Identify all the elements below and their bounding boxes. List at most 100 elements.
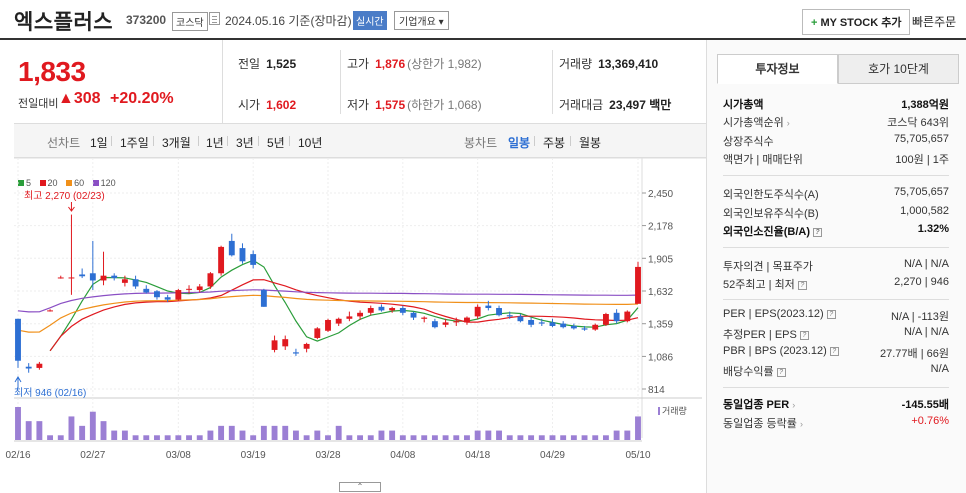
candle-body	[196, 286, 203, 291]
candle-body	[303, 343, 310, 349]
candle-daily[interactable]: 일봉	[508, 134, 530, 151]
period-1w[interactable]: 1주일	[120, 134, 149, 151]
price-change-pct: +20.20%	[110, 90, 174, 107]
sector-rate-row[interactable]: 동일업종 등락률 › +0.76%	[723, 415, 949, 431]
divider	[570, 136, 571, 146]
document-icon[interactable]	[209, 12, 220, 25]
tab-invest-info[interactable]: 투자정보	[717, 54, 838, 84]
help-icon[interactable]: ?	[829, 347, 839, 356]
line-chart-label: 선차트	[47, 136, 81, 150]
help-icon[interactable]: ?	[776, 368, 786, 377]
volume-bar	[36, 421, 43, 440]
volume-bar	[271, 425, 278, 440]
volume-bar	[581, 435, 588, 440]
candle-body	[496, 308, 502, 316]
volume-bar	[570, 435, 577, 440]
per-row: PER | EPS(2023.12)? N/A | -113원	[723, 308, 949, 323]
market-cap-rank-row[interactable]: 시가총액순위 › 코스닥 643위	[723, 114, 949, 130]
stock-code: 373200	[126, 13, 167, 27]
period-1y[interactable]: 1년	[206, 134, 224, 151]
volume-bar	[431, 435, 438, 440]
volume-bar	[239, 430, 246, 440]
volume-bar	[442, 435, 449, 440]
open-price: 시가 1,602	[238, 98, 297, 112]
volume-bar	[325, 435, 331, 440]
sector-per-row[interactable]: 동일업종 PER › -145.55배	[723, 396, 949, 412]
y-tick-label: 1,086	[648, 352, 673, 363]
candle-monthly[interactable]: 월봉	[579, 134, 601, 151]
quote-date: 2024.05.16 기준(장마감)	[225, 14, 352, 28]
volume-bar	[132, 435, 139, 440]
help-icon[interactable]: ?	[826, 310, 836, 319]
prev-close: 전일 1,525	[238, 57, 297, 71]
help-icon[interactable]: ?	[797, 281, 807, 290]
volume-bar	[421, 435, 428, 440]
volume-bar	[79, 425, 86, 440]
price-change: ▲308	[58, 90, 101, 107]
foreign-hold-row: 외국인보유주식수(B) 1,000,582	[723, 205, 949, 220]
period-5y[interactable]: 5년	[267, 134, 285, 151]
period-1d[interactable]: 1일	[90, 134, 108, 151]
candle-body	[57, 277, 64, 279]
quote-panel: 1,833 전일대비 ▲308 +20.20% 전일 1,525 고가 1,876(…	[14, 40, 706, 124]
current-price: 1,833	[18, 56, 86, 87]
y-tick-label: 1,905	[648, 254, 673, 265]
candle-weekly[interactable]: 주봉	[543, 134, 565, 151]
low-arrow	[14, 376, 22, 388]
divider	[552, 50, 553, 114]
volume-bar	[624, 430, 631, 440]
volume-bar	[175, 435, 182, 440]
candle-body	[421, 317, 428, 319]
candle-body	[250, 254, 257, 265]
divider	[723, 247, 949, 248]
volume-bar	[186, 435, 192, 440]
company-overview-button[interactable]: 기업개요 ▾	[394, 11, 449, 30]
period-3m[interactable]: 3개월	[162, 134, 191, 151]
volume-bar	[196, 435, 203, 440]
candle-body	[485, 305, 492, 309]
volume-bar	[485, 430, 492, 440]
candle-body	[602, 314, 609, 325]
divider	[227, 136, 228, 146]
x-tick-label: 03/28	[315, 450, 340, 461]
candle-body	[624, 311, 631, 322]
volume-bar	[260, 425, 267, 440]
volume-bar	[15, 407, 21, 440]
volume-bar	[346, 435, 353, 440]
divider	[198, 136, 199, 146]
est-per-row: 추정PER | EPS? N/A | N/A	[723, 326, 949, 341]
x-tick-label: 03/19	[241, 450, 266, 461]
stock-name: 엑스플러스	[14, 11, 114, 34]
volume-bar	[528, 435, 535, 440]
candle-body	[239, 248, 246, 262]
change-label: 전일대비	[18, 98, 59, 110]
market-badge: 코스닥	[172, 12, 208, 31]
y-tick-label: 2,450	[648, 189, 673, 200]
volume-bar	[549, 435, 556, 440]
foreign-ratio-row: 외국인소진율(B/A)? 1.32%	[723, 223, 949, 238]
help-icon[interactable]: ?	[799, 331, 809, 340]
candle-body	[357, 312, 364, 317]
candle-chart-label: 봉차트	[464, 136, 498, 150]
period-bar: 선차트 1일 1주일 3개월 1년 3년 5년 10년 봉차트 일봉 주봉 월봉	[14, 124, 706, 158]
quick-order-link[interactable]: 빠른주문	[912, 13, 956, 30]
help-icon[interactable]: ?	[813, 228, 822, 237]
price-chart[interactable]: 2,450 2,178 1,905 1,632 1,359 1,086 814 02/16 02…	[0, 158, 706, 482]
candle-body	[132, 279, 139, 287]
candle-body	[410, 312, 417, 318]
candle-body	[378, 306, 385, 311]
foreign-limit-row: 외국인한도주식수(A) 75,705,657	[723, 186, 949, 201]
candle-body	[335, 318, 342, 324]
add-mystock-button[interactable]: + MY STOCK 추가	[802, 9, 911, 35]
volume-bar	[89, 411, 96, 440]
chart-scroll-handle[interactable]: ⌃	[339, 482, 381, 492]
live-button[interactable]: 실시간	[353, 11, 387, 30]
x-tick-label: 04/08	[390, 450, 415, 461]
chevron-right-icon: ›	[799, 419, 803, 429]
volume-bar	[303, 435, 310, 440]
volume-bar	[57, 435, 64, 440]
period-10y[interactable]: 10년	[298, 134, 322, 151]
period-3y[interactable]: 3년	[236, 134, 254, 151]
divider	[723, 299, 949, 300]
tab-hoga[interactable]: 호가 10단계	[838, 54, 959, 84]
